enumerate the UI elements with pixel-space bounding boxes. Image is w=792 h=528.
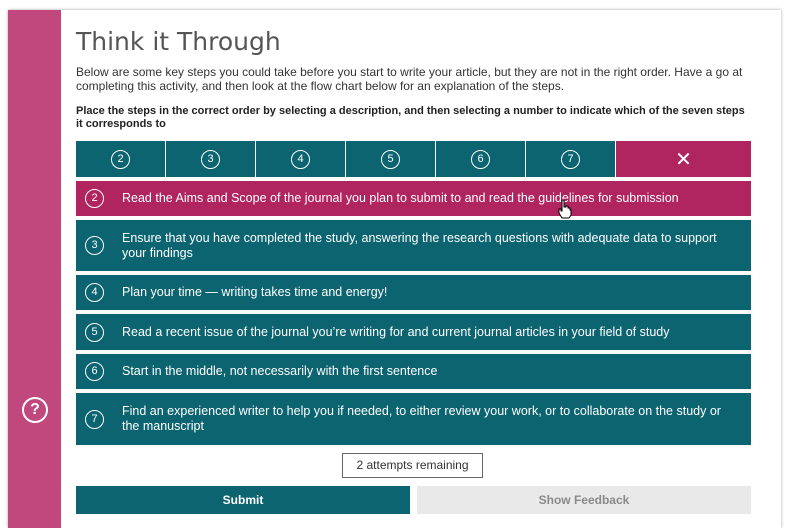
intro-text: Below are some key steps you could take … [76,65,743,93]
number-option-4[interactable]: 4 [256,141,346,177]
page-title: Think it Through [76,27,281,56]
step-text: Ensure that you have completed the study… [122,230,717,260]
step-text: Start in the middle, not necessarily wit… [122,364,438,378]
step-number: 2 [85,189,104,208]
step-number: 7 [85,409,104,429]
number-label: 2 [111,149,130,169]
step-text: Read the Aims and Scope of the journal y… [122,191,679,205]
number-label: 7 [561,149,580,169]
step-item[interactable]: 6 Start in the middle, not necessarily w… [76,354,751,389]
attempts-badge: 2 attempts remaining [342,453,483,478]
number-option-3[interactable]: 3 [166,141,256,177]
step-text: Read a recent issue of the journal you’r… [122,324,670,339]
step-item[interactable]: 4 Plan your time — writing takes time an… [76,275,751,310]
number-option-6[interactable]: 6 [436,141,526,177]
step-item[interactable]: 7 Find an experienced writer to help you… [76,393,751,445]
close-icon[interactable]: ✕ [616,141,751,177]
show-feedback-button[interactable]: Show Feedback [417,486,751,514]
number-option-5[interactable]: 5 [346,141,436,177]
number-option-7[interactable]: 7 [526,141,616,177]
number-label: 4 [291,149,310,169]
number-label: 6 [471,149,490,169]
help-icon[interactable]: ? [22,397,48,423]
instruction-text: Place the steps in the correct order by … [76,105,745,130]
sidebar [8,10,61,528]
step-number: 6 [85,362,104,381]
step-item[interactable]: 5 Read a recent issue of the journal you… [76,314,751,350]
number-label: 3 [201,149,220,169]
submit-button[interactable]: Submit [76,486,410,514]
step-text: Plan your time — writing takes time and … [122,285,388,299]
step-number: 3 [85,236,104,255]
step-text: Find an experienced writer to help you i… [122,404,721,433]
number-selector: 2 3 4 5 6 7 ✕ [76,141,751,177]
step-number: 5 [85,322,104,342]
number-option-2[interactable]: 2 [76,141,166,177]
hand-cursor-icon [558,199,572,219]
step-item-selected[interactable]: 2 Read the Aims and Scope of the journal… [76,181,751,216]
step-item[interactable]: 3 Ensure that you have completed the stu… [76,220,751,271]
step-number: 4 [85,283,104,302]
number-label: 5 [381,149,400,169]
